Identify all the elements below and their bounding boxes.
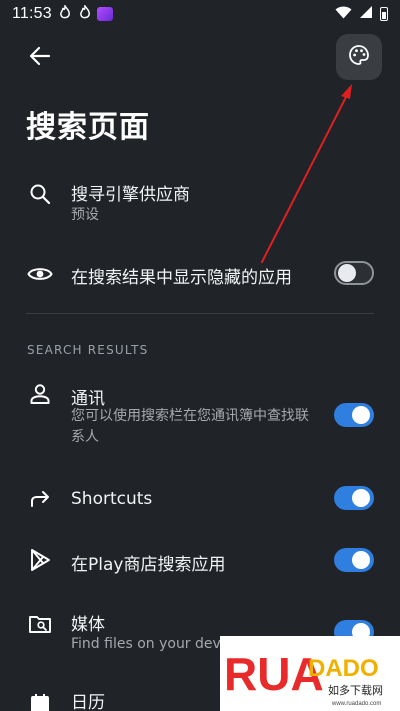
watermark-url: www.ruadado.com [331, 701, 381, 707]
watermark-tagline: 如多下载网 [328, 683, 383, 697]
annotation-arrow [261, 84, 352, 263]
svg-text:DADO: DADO [308, 655, 379, 682]
watermark-logo: RUA DADO 如多下载网 www.ruadado.com [220, 636, 400, 711]
